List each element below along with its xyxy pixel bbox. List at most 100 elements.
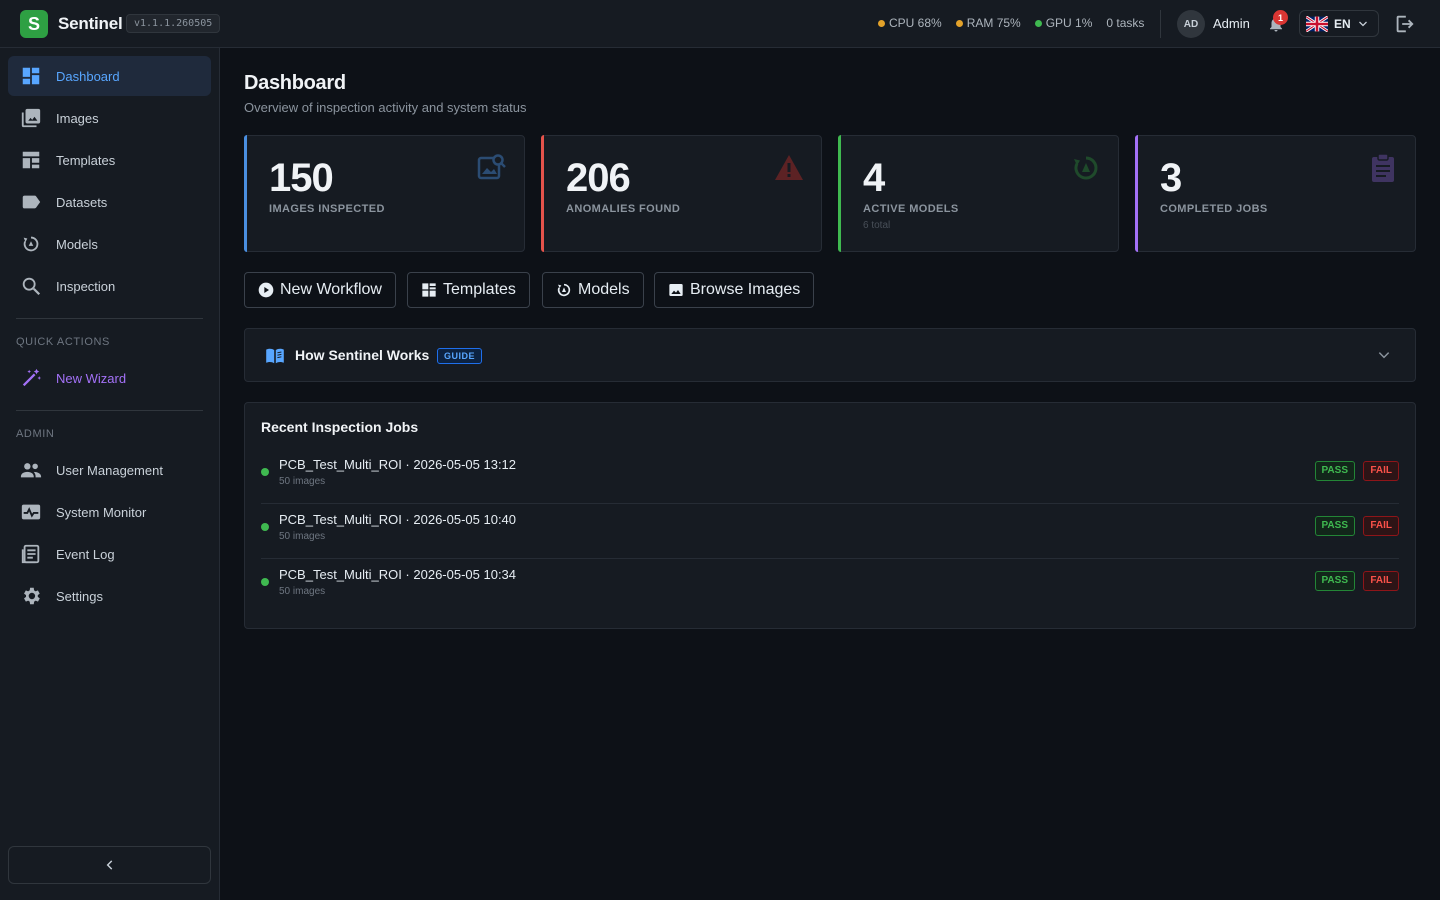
book-icon [266,348,284,364]
users-icon [20,463,42,478]
sidebar-item-system-monitor[interactable]: System Monitor [8,492,211,532]
sidebar-item-settings[interactable]: Settings [8,576,211,616]
models-icon [23,236,39,252]
stat-label: IMAGES INSPECTED [269,203,385,215]
stat-label: COMPLETED JOBS [1160,203,1268,215]
cpu-stat-text: CPU 68% [889,16,942,30]
notification-count-badge[interactable]: 1 [1273,10,1288,25]
job-status-dot [261,578,269,586]
job-image-count: 50 images [279,531,326,542]
stat-label: ACTIVE MODELS [863,203,959,215]
monitor-icon [21,504,41,520]
browse-images-button[interactable]: Browse Images [654,272,815,308]
ram-stat-text: RAM 75% [966,16,1021,30]
stat-value: 3 [1160,156,1182,200]
templates-icon [422,283,436,297]
uk-flag-icon [1306,15,1328,32]
card-accent-bar [838,135,841,252]
job-row[interactable]: PCB_Test_Multi_ROI · 2026-05-05 13:12 50… [261,449,1399,504]
sidebar-item-label: Datasets [56,194,108,210]
app-logo[interactable]: S [20,10,48,38]
card-accent-bar [1135,135,1138,252]
magic-wand-icon [22,368,42,387]
chevron-down-icon [1358,21,1367,26]
top-bar: S Sentinel v1.1.1.260505 CPU 68% RAM 75%… [0,0,1440,48]
button-label: New Workflow [280,281,382,298]
job-name: PCB_Test_Multi_ROI · 2026-05-05 13:12 [279,457,517,472]
card-accent-bar [244,135,247,252]
stat-card-active-models: 4 ACTIVE MODELS 6 total [838,135,1119,252]
chevron-down-icon[interactable] [1377,348,1391,362]
gpu-status-dot [1034,19,1042,27]
recent-jobs-panel: Recent Inspection Jobs PCB_Test_Multi_RO… [244,402,1416,629]
gear-icon [24,587,40,605]
language-label: EN [1334,16,1351,31]
stat-value: 150 [269,156,334,200]
sidebar-divider [16,410,203,411]
sidebar-divider [16,318,203,319]
user-name[interactable]: Admin [1213,16,1250,31]
how-it-works-accordion[interactable]: How Sentinel Works GUIDE [244,328,1416,382]
quick-actions-label: QUICK ACTIONS [16,336,110,348]
sidebar-item-inspection[interactable]: Inspection [8,266,211,306]
job-image-count: 50 images [279,476,326,487]
fail-badge: FAIL [1363,516,1399,536]
fail-badge: FAIL [1363,461,1399,481]
stat-card-anomalies-found: 206 ANOMALIES FOUND [541,135,822,252]
sidebar-item-datasets[interactable]: Datasets [8,182,211,222]
warning-icon [775,155,803,180]
job-name: PCB_Test_Multi_ROI · 2026-05-05 10:40 [279,512,517,527]
sidebar-item-templates[interactable]: Templates [8,140,211,180]
sidebar-item-label: Dashboard [56,68,120,84]
image-search-icon [477,154,506,180]
sidebar-item-event-log[interactable]: Event Log [8,534,211,574]
stat-card-images-inspected: 150 IMAGES INSPECTED [244,135,525,252]
dashboard-icon [22,67,40,85]
button-label: Templates [443,281,516,298]
pass-badge: PASS [1314,516,1355,536]
sidebar-item-images[interactable]: Images [8,98,211,138]
stat-label: ANOMALIES FOUND [566,203,681,215]
models-button[interactable]: Models [542,272,644,308]
sidebar-item-dashboard[interactable]: Dashboard [8,56,211,96]
recent-jobs-title: Recent Inspection Jobs [261,419,419,435]
job-status-dot [261,468,269,476]
play-circle-icon [258,282,274,298]
gpu-stat: GPU 1% [1034,16,1092,30]
button-label: Browse Images [690,281,801,298]
tasks-stat-text: 0 tasks [1106,16,1145,30]
sidebar-item-label: Models [56,236,98,252]
sidebar-item-label: New Wizard [56,370,127,386]
ram-status-dot [955,19,963,27]
tasks-stat: 0 tasks [1106,16,1144,30]
sidebar-item-label: Inspection [56,278,116,294]
sidebar-item-models[interactable]: Models [8,224,211,264]
new-workflow-button[interactable]: New Workflow [244,272,396,308]
templates-button[interactable]: Templates [407,272,530,308]
job-image-count: 50 images [279,586,326,597]
sidebar-item-label: Images [56,110,99,126]
sidebar-item-new-wizard[interactable]: New Wizard [8,358,211,398]
search-icon [22,277,41,296]
sidebar-item-user-management[interactable]: User Management [8,450,211,490]
pass-badge: PASS [1314,461,1355,481]
job-row[interactable]: PCB_Test_Multi_ROI · 2026-05-05 10:40 50… [261,504,1399,559]
chevron-left-icon [106,860,112,870]
ram-stat: RAM 75% [955,16,1021,30]
stat-subtext: 6 total [863,220,891,231]
logout-icon[interactable] [1393,13,1415,35]
stat-value: 4 [863,156,885,200]
guide-badge: GUIDE [437,348,483,364]
sidebar-item-label: User Management [56,462,163,478]
avatar[interactable]: AD [1177,10,1205,38]
stat-value: 206 [566,156,631,200]
version-badge: v1.1.1.260505 [126,14,221,33]
guide-title: How Sentinel Works [295,347,430,363]
stat-card-completed-jobs: 3 COMPLETED JOBS [1135,135,1416,252]
collapse-sidebar-button[interactable] [8,846,211,884]
cpu-stat: CPU 68% [878,16,942,30]
sidebar: Dashboard Images Templates Datasets Mode… [0,48,220,900]
topbar-divider [1160,10,1161,38]
job-row[interactable]: PCB_Test_Multi_ROI · 2026-05-05 10:34 50… [261,559,1399,614]
language-select[interactable]: EN [1299,10,1379,37]
